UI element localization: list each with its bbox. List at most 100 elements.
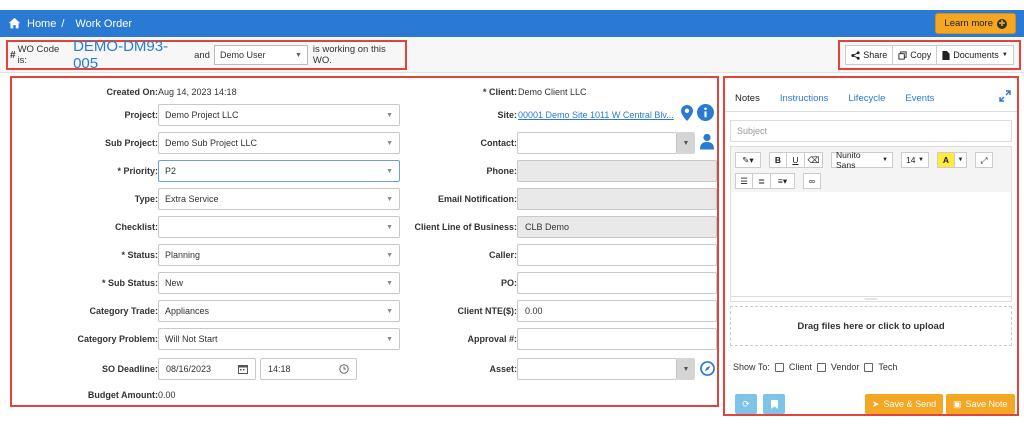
category-problem-value: Will Not Start <box>165 334 218 344</box>
subject-input[interactable]: Subject <box>730 120 1012 142</box>
sub-project-select[interactable]: Demo Sub Project LLC ▼ <box>158 132 400 154</box>
client-checkbox[interactable] <box>774 362 784 372</box>
caret-down-icon: ▼ <box>386 195 393 203</box>
font-size-value: 14 <box>906 155 916 165</box>
paragraph-align-dropdown[interactable]: ≡▾ <box>771 173 795 189</box>
documents-label: Documents <box>953 50 999 60</box>
calendar-icon[interactable] <box>238 364 248 374</box>
ordered-list-button[interactable]: ≣ <box>753 173 771 189</box>
tab-lifecycle[interactable]: Lifecycle <box>838 86 895 110</box>
map-marker-icon[interactable] <box>681 105 693 121</box>
phone-field <box>517 160 717 182</box>
so-deadline-label: SO Deadline: <box>101 364 158 374</box>
type-select[interactable]: Extra Service ▼ <box>158 188 400 210</box>
user-select[interactable]: Demo User ▼ <box>213 45 308 65</box>
email-notification-field <box>517 188 717 210</box>
created-on-value: Aug 14, 2023 14:18 <box>158 87 237 97</box>
magic-wand-button[interactable]: ✎▾ <box>735 152 761 168</box>
bold-button[interactable]: B <box>769 152 787 168</box>
approval-input[interactable] <box>517 328 717 350</box>
share-button[interactable]: Share <box>845 45 894 65</box>
breadcrumb-separator: / <box>61 17 65 30</box>
type-value: Extra Service <box>165 194 219 204</box>
tab-instructions[interactable]: Instructions <box>770 86 839 110</box>
caret-down-icon: ▼ <box>882 157 888 163</box>
spinner-button[interactable]: ⟳ <box>735 394 757 414</box>
resize-grip-icon[interactable]: ═══ <box>730 296 1012 303</box>
fullscreen-icon: ⤢ <box>980 154 988 165</box>
status-value: Planning <box>165 250 201 260</box>
contact-select[interactable] <box>517 132 677 154</box>
priority-label: * Priority: <box>117 166 158 176</box>
caret-down-icon: ▼ <box>386 251 393 259</box>
sub-status-select[interactable]: New ▼ <box>158 272 400 294</box>
clock-icon[interactable] <box>339 364 349 374</box>
fullscreen-button[interactable]: ⤢ <box>975 152 993 168</box>
priority-value: P2 <box>165 166 177 176</box>
unordered-list-button[interactable]: ☰ <box>735 173 753 189</box>
eraser-button[interactable]: ⌫ <box>805 152 823 168</box>
po-input[interactable] <box>517 272 717 294</box>
caret-down-icon: ▼ <box>386 279 393 287</box>
wo-details-form: Created On: Aug 14, 2023 14:18 Project: … <box>10 76 719 407</box>
font-size-dropdown[interactable]: 14 ▼ <box>901 152 929 168</box>
learn-more-button[interactable]: Learn more ✚ <box>935 13 1016 34</box>
status-select[interactable]: Planning ▼ <box>158 244 400 266</box>
copy-button[interactable]: Copy <box>893 45 938 65</box>
project-label: Project: <box>124 110 158 120</box>
client-checkbox-label: Client <box>788 362 812 372</box>
category-trade-value: Appliances <box>165 306 210 316</box>
contact-caret-icon[interactable]: ▼ <box>677 132 695 154</box>
documents-dropdown[interactable]: Documents ▼ <box>937 45 1014 65</box>
approval-label: Approval #: <box>467 334 517 344</box>
tech-checkbox-label: Tech <box>878 362 898 372</box>
save-send-label: Save & Send <box>883 399 937 409</box>
font-family-dropdown[interactable]: Nunito Sans ▼ <box>831 150 893 170</box>
wo-code: DEMO-DM93-005 <box>73 38 169 72</box>
wo-code-label: WO Code is: <box>17 44 60 66</box>
link-button[interactable]: ∞ <box>803 173 821 189</box>
home-icon[interactable] <box>8 17 21 30</box>
tab-notes[interactable]: Notes <box>725 86 770 110</box>
project-value: Demo Project LLC <box>165 110 239 120</box>
category-trade-select[interactable]: Appliances ▼ <box>158 300 400 322</box>
save-send-button[interactable]: ➤ Save & Send <box>865 394 944 414</box>
caret-down-icon: ▼ <box>918 157 924 163</box>
align-icon: ≡▾ <box>777 175 788 186</box>
so-deadline-time-value: 14:18 <box>268 364 291 374</box>
tech-checkbox[interactable] <box>864 362 874 372</box>
client-nte-input[interactable]: 0.00 <box>517 300 717 322</box>
expand-icon[interactable] <box>999 90 1011 102</box>
checklist-select[interactable]: ▼ <box>158 216 400 238</box>
asset-select[interactable] <box>517 358 677 380</box>
so-deadline-date-input[interactable]: 08/16/2023 <box>158 358 256 380</box>
info-icon[interactable] <box>697 104 714 121</box>
underline-button[interactable]: U <box>787 152 805 168</box>
note-editor[interactable] <box>730 192 1012 302</box>
contact-label: Contact: <box>480 138 518 148</box>
asset-caret-icon[interactable]: ▼ <box>677 358 695 380</box>
user-icon[interactable] <box>700 133 714 150</box>
highlight-color-button[interactable]: A <box>937 152 955 168</box>
save-note-button[interactable]: ▣ Save Note <box>946 394 1015 414</box>
compass-icon[interactable] <box>700 361 715 376</box>
priority-select[interactable]: P2 ▼ <box>158 160 400 182</box>
bookmark-icon <box>770 399 778 409</box>
breadcrumb-home[interactable]: Home <box>27 18 56 30</box>
file-dropzone[interactable]: Drag files here or click to upload <box>730 306 1012 346</box>
tab-events[interactable]: Events <box>895 86 944 110</box>
project-select[interactable]: Demo Project LLC ▼ <box>158 104 400 126</box>
category-problem-select[interactable]: Will Not Start ▼ <box>158 328 400 350</box>
caller-input[interactable] <box>517 244 717 266</box>
caret-down-icon: ▼ <box>386 335 393 343</box>
highlight-color-caret[interactable]: ▼ <box>955 152 967 168</box>
site-link[interactable]: 00001 Demo Site 1011 W Central Blv... <box>518 110 674 120</box>
category-problem-label: Category Problem: <box>77 334 158 344</box>
asset-label: Asset: <box>489 364 517 374</box>
vendor-checkbox[interactable] <box>816 362 826 372</box>
client-line-of-business-value: CLB Demo <box>525 222 570 232</box>
list-ul-icon: ☰ <box>740 175 748 186</box>
bookmark-button[interactable] <box>763 394 785 414</box>
so-deadline-time-input[interactable]: 14:18 <box>260 358 357 380</box>
po-label: PO: <box>500 278 517 288</box>
